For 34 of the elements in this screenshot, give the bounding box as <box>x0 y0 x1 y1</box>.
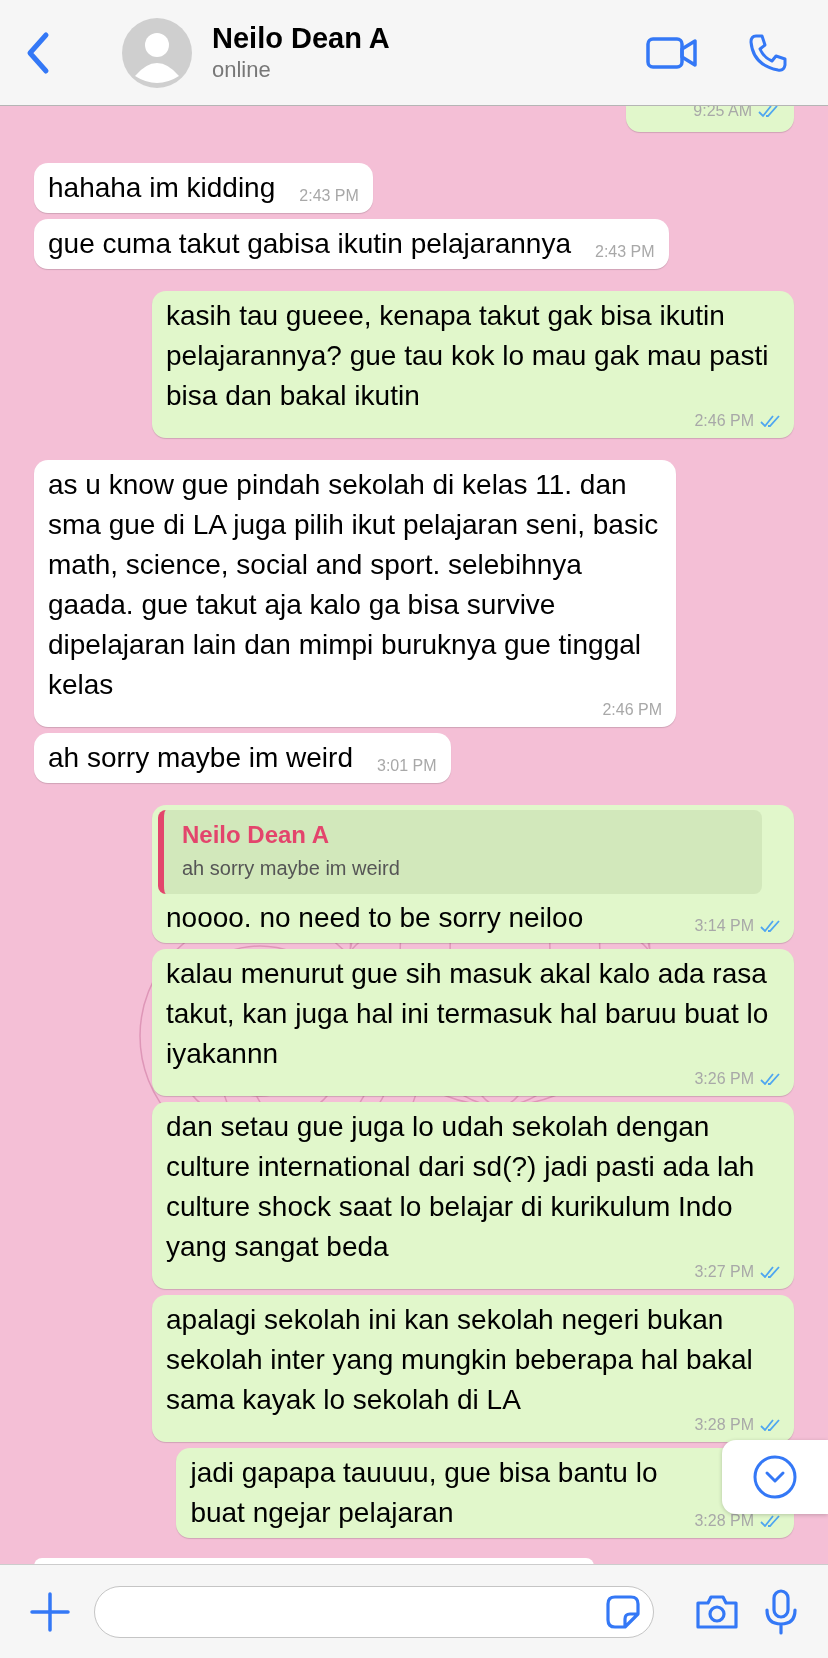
message-text: kasih tau gueee, kenapa takut gak bisa ikutin pelajarannya? gue tau kok lo mau gak mau pasti bisa dan bakal ikutin <box>166 299 770 413</box>
plus-icon[interactable] <box>30 1591 70 1632</box>
contact-status: online <box>212 57 272 83</box>
message-time: 3:14 PM <box>694 916 754 936</box>
message-time: 3:28 PM <box>694 1415 754 1435</box>
message-time: 2:43 PM <box>299 186 359 206</box>
message-time: 2:46 PM <box>602 700 662 720</box>
message-text: apalagi sekolah ini kan sekolah negeri bukan sekolah inter yang mungkin beberapa hal bakal sama kayak lo sekolah di LA <box>166 1303 754 1417</box>
message-input[interactable] <box>94 1585 654 1638</box>
message-text: ah sorry maybe im weird <box>48 741 353 775</box>
phone-icon[interactable] <box>748 32 788 73</box>
quote-text: ah sorry maybe im weird <box>182 856 401 881</box>
message-time: 3:01 PM <box>377 756 437 776</box>
quote-author: Neilo Dean A <box>182 820 331 850</box>
quoted-message[interactable]: Neilo Dean A ah sorry maybe im weird <box>158 810 762 894</box>
chevron-down-icon <box>752 1454 798 1500</box>
message-time: 3:28 PM <box>694 1511 754 1531</box>
message-time: 3:27 PM <box>694 1262 754 1282</box>
scroll-down-button[interactable] <box>722 1440 828 1514</box>
message-time: 2:43 PM <box>595 242 655 262</box>
contact-name[interactable]: Neilo Dean A <box>212 22 596 55</box>
message-time: 2:46 PM <box>694 411 754 431</box>
camera-icon[interactable] <box>694 1592 740 1631</box>
message-text: dan setau gue juga lo udah sekolah dengan culture international dari sd(?) jadi pasti ada lah culture shock saat lo belajar di kurikulum Indo yang sangat beda <box>166 1110 756 1264</box>
message-text: jadi gapapa tauuuu, gue bisa bantu lo buat ngejar pelajaran <box>190 1456 659 1530</box>
microphone-icon[interactable] <box>764 1588 798 1635</box>
message-text: as u know gue pindah sekolah di kelas 11. dan sma gue di LA juga pilih ikut pelajaran seni, basic math, science, social and sport. selebihnya gaada. gue takut aja kalo ga bisa survive dipelajaran lain dan mimpi buruknya gue tinggal kelas <box>48 468 660 702</box>
video-call-icon[interactable] <box>646 34 698 71</box>
message-text: noooo. no need to be sorry neiloo <box>166 901 584 935</box>
message-time: 3:26 PM <box>694 1069 754 1089</box>
message-text: hahaha im kidding <box>48 171 276 205</box>
message-text: kalau menurut gue sih masuk akal kalo ada rasa takut, kan juga hal ini termasuk hal baruu buat lo iyakannn <box>166 957 770 1071</box>
sticker-icon[interactable] <box>605 1593 641 1630</box>
message-text: gue cuma takut gabisa ikutin pelajarannya <box>48 227 571 261</box>
